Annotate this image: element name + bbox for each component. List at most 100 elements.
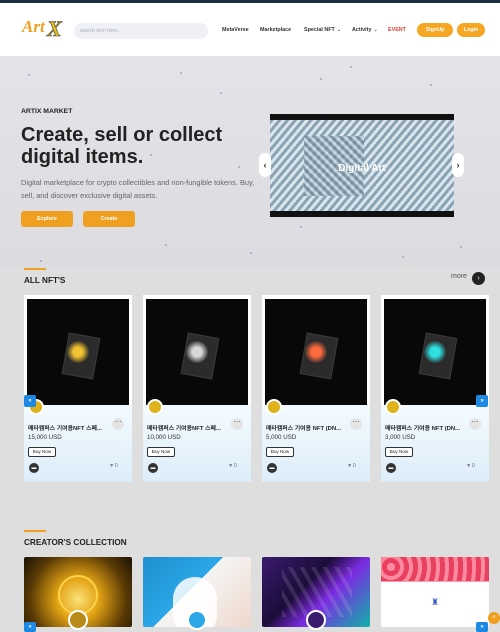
- signup-button[interactable]: SignUp: [417, 23, 453, 37]
- creator-avatar[interactable]: [147, 399, 163, 415]
- double-chevron-left-icon: «: [28, 624, 32, 630]
- chevron-up-icon: ˄: [492, 615, 496, 621]
- double-chevron-left-icon: «: [28, 398, 32, 404]
- chat-icon[interactable]: ▬: [267, 463, 277, 473]
- nft-price: 5,000 USD: [266, 434, 297, 441]
- nft-card-footer: 메타캠퍼스 기여용 NFT (DN... ⋯ 5,000 USD Buy Now…: [262, 399, 370, 482]
- buy-now-button[interactable]: Buy Now: [266, 447, 294, 457]
- hero-carousel-slide[interactable]: Digital Art: [270, 114, 454, 217]
- nav-activity[interactable]: Activity ⌄: [352, 27, 378, 33]
- nft-image: [384, 299, 486, 405]
- collection-avatar[interactable]: [68, 610, 88, 630]
- more-options-icon[interactable]: ⋯: [112, 418, 124, 430]
- like-count[interactable]: ♥ 0: [348, 463, 356, 469]
- more-options-icon[interactable]: ⋯: [231, 418, 243, 430]
- collection-pattern: [381, 557, 489, 581]
- particle: [320, 78, 322, 80]
- nft-next-button[interactable]: »: [476, 395, 488, 407]
- nft-price: 10,000 USD: [147, 434, 181, 441]
- creator-avatar[interactable]: [385, 399, 401, 415]
- chat-icon[interactable]: ▬: [148, 463, 158, 473]
- chevron-left-icon: ‹: [263, 160, 267, 170]
- trophy-icon: ♜: [431, 597, 440, 607]
- buy-now-button[interactable]: Buy Now: [147, 447, 175, 457]
- heart-icon: ♥: [110, 463, 114, 469]
- particle: [250, 252, 252, 254]
- login-button[interactable]: Login: [457, 23, 485, 37]
- nft-glow: [186, 341, 208, 363]
- chevron-right-icon: ›: [456, 160, 460, 170]
- collection-prev-button[interactable]: «: [24, 622, 36, 632]
- explore-button[interactable]: Explore: [21, 211, 73, 227]
- more-options-icon[interactable]: ⋯: [350, 418, 362, 430]
- section-accent-bar: [24, 530, 46, 532]
- particle: [40, 260, 42, 262]
- collection-next-button[interactable]: »: [476, 622, 488, 632]
- nft-glow: [67, 341, 89, 363]
- nav-marketplace[interactable]: Marketplace: [260, 27, 291, 33]
- nft-card[interactable]: 메타캠퍼스 기여용 NFT (DN... ⋯ 5,000 USD Buy Now…: [262, 295, 370, 482]
- nav-special-nft-label: Special NFT: [304, 27, 335, 33]
- double-chevron-right-icon: »: [480, 398, 484, 404]
- collection-card[interactable]: ♜: [381, 557, 489, 627]
- nft-card[interactable]: 메타캠퍼스 기여용NFT 스페... ⋯ 15,000 USD Buy Now …: [24, 295, 132, 482]
- particle: [350, 66, 352, 68]
- nav-metaverse[interactable]: MetaVerse: [222, 27, 249, 33]
- particle: [430, 84, 432, 86]
- like-count-value: 0: [233, 463, 237, 469]
- slide-label: Digital Art: [338, 163, 386, 174]
- nft-image: [27, 299, 129, 405]
- buy-now-button[interactable]: Buy Now: [28, 447, 56, 457]
- nft-name: 메타캠퍼스 기여용NFT 스페...: [147, 426, 221, 432]
- hero-eyebrow: ARTIX MARKET: [21, 108, 73, 115]
- nft-name: 메타캠퍼스 기여용 NFT (DN...: [266, 426, 342, 432]
- creator-avatar[interactable]: [266, 399, 282, 415]
- top-navbar: Art X MetaVerse Marketplace Special NFT⌄…: [0, 0, 500, 56]
- like-count[interactable]: ♥ 0: [229, 463, 237, 469]
- like-count[interactable]: ♥ 0: [467, 463, 475, 469]
- nft-card-footer: 메타캠퍼스 기여용NFT 스페... ⋯ 10,000 USD Buy Now …: [143, 399, 251, 482]
- section-accent-bar: [24, 268, 46, 270]
- particle: [180, 72, 182, 74]
- nav-event[interactable]: EVENT: [388, 27, 406, 33]
- nft-card-footer: 메타캠퍼스 기여용NFT 스페... ⋯ 15,000 USD Buy Now …: [24, 399, 132, 482]
- collection-avatar[interactable]: [306, 610, 326, 630]
- more-arrow-icon[interactable]: ›: [472, 272, 485, 285]
- particle: [28, 74, 30, 76]
- nft-image: [146, 299, 248, 405]
- like-count[interactable]: ♥ 0: [110, 463, 118, 469]
- create-button[interactable]: Create: [83, 211, 135, 227]
- nft-card-footer: 메타캠퍼스 기여용 NFT (DN... ⋯ 3,000 USD Buy Now…: [381, 399, 489, 482]
- particle: [165, 244, 167, 246]
- nft-price: 15,000 USD: [28, 434, 62, 441]
- all-nfts-title: ALL NFT'S: [24, 276, 66, 285]
- nft-price: 3,000 USD: [385, 434, 416, 441]
- nav-special-nft[interactable]: Special NFT ⌄: [304, 27, 341, 33]
- particle: [460, 246, 462, 248]
- collection-avatar[interactable]: [187, 610, 207, 630]
- more-link[interactable]: more: [451, 273, 467, 280]
- particle: [402, 256, 404, 258]
- creators-collection-title: CREATOR'S COLLECTION: [24, 538, 127, 547]
- more-options-icon[interactable]: ⋯: [469, 418, 481, 430]
- double-chevron-right-icon: »: [480, 624, 484, 630]
- collection-emblem: [58, 575, 98, 615]
- nft-image: [265, 299, 367, 405]
- like-count-value: 0: [352, 463, 356, 469]
- artx-logo[interactable]: Art X: [20, 12, 64, 42]
- search-input[interactable]: [74, 23, 208, 39]
- nft-prev-button[interactable]: «: [24, 395, 36, 407]
- hero-title: Create, sell or collect digital items.: [21, 124, 223, 168]
- scroll-to-top-button[interactable]: ˄: [488, 612, 500, 624]
- like-count-value: 0: [471, 463, 475, 469]
- particle: [220, 92, 222, 94]
- nft-name: 메타캠퍼스 기여용NFT 스페...: [28, 426, 102, 432]
- hero-subtitle: Digital marketplace for crypto collectib…: [21, 178, 255, 200]
- nft-card[interactable]: 메타캠퍼스 기여용NFT 스페... ⋯ 10,000 USD Buy Now …: [143, 295, 251, 482]
- nft-card[interactable]: 메타캠퍼스 기여용 NFT (DN... ⋯ 3,000 USD Buy Now…: [381, 295, 489, 482]
- nav-activity-label: Activity: [352, 27, 372, 33]
- buy-now-button[interactable]: Buy Now: [385, 447, 413, 457]
- like-count-value: 0: [114, 463, 118, 469]
- chat-icon[interactable]: ▬: [29, 463, 39, 473]
- chat-icon[interactable]: ▬: [386, 463, 396, 473]
